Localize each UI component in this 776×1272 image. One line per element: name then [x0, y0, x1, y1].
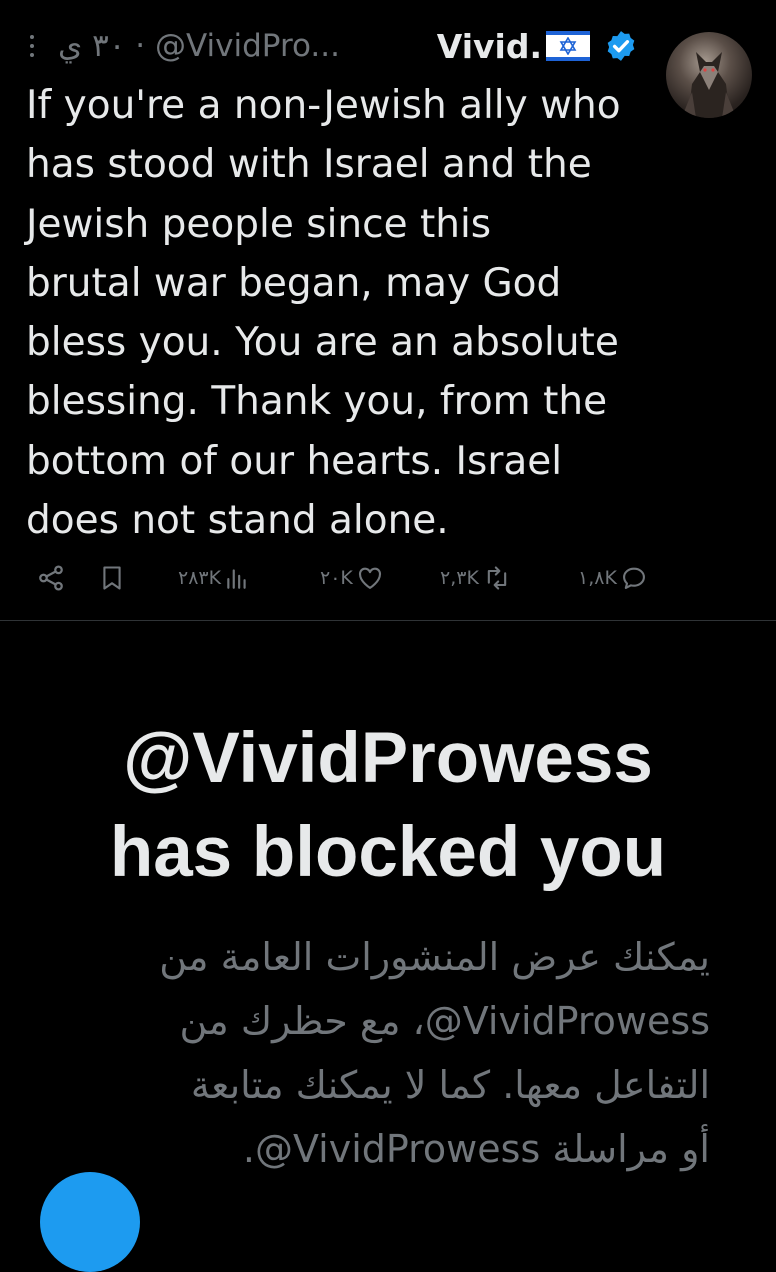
views-icon — [227, 569, 246, 589]
reply-button[interactable]: ١,٨K — [578, 560, 648, 596]
star-of-david-icon — [559, 37, 577, 55]
more-icon[interactable] — [26, 29, 38, 63]
likes-count: ٢٠K — [320, 567, 353, 589]
blocked-title-handle: @VividProwess — [123, 719, 653, 798]
reposts-count: ٢,٣K — [440, 567, 479, 589]
compose-button[interactable] — [40, 1172, 140, 1272]
meta-separator: · — [135, 28, 146, 64]
views-count: ٢٨٣K — [178, 567, 222, 589]
tweet-actions: ٢٨٣K ٢٠K ٢,٣K ١,٨K — [36, 560, 664, 596]
tweet-card[interactable]: ٣٠ ي · @VividPro... Vivid. If you're a n… — [0, 0, 776, 620]
author-handle[interactable]: @VividPro... — [155, 28, 340, 64]
tweet-header: ٣٠ ي · @VividPro... Vivid. — [26, 18, 638, 74]
author-display-name[interactable]: Vivid. — [437, 27, 542, 66]
reply-icon — [622, 567, 645, 589]
tweet-time[interactable]: ٣٠ ي — [58, 28, 125, 64]
like-button[interactable]: ٢٠K — [320, 560, 384, 596]
share-button[interactable] — [36, 560, 66, 596]
avatar[interactable] — [666, 32, 752, 118]
tweet-text: If you're a non-Jewish ally who has stoo… — [26, 83, 621, 544]
repost-icon — [487, 566, 507, 590]
blocked-title-message: has blocked you — [109, 813, 667, 892]
replies-count: ١,٨K — [578, 567, 617, 589]
views-button[interactable]: ٢٨٣K — [178, 560, 250, 596]
verified-badge-icon — [607, 31, 635, 61]
blocked-title: @VividProwess has blocked you — [0, 712, 776, 900]
bookmark-icon — [103, 566, 121, 590]
avatar-image — [684, 52, 734, 118]
divider — [0, 620, 776, 621]
like-icon — [358, 567, 381, 589]
repost-button[interactable]: ٢,٣K — [440, 560, 512, 596]
tweet-meta: ٣٠ ي · @VividPro... — [58, 28, 437, 64]
blocked-description: يمكنك عرض المنشورات العامة من VividProwe… — [159, 935, 710, 1171]
bookmark-button[interactable] — [98, 560, 126, 596]
flag-israel-icon — [546, 31, 590, 61]
share-icon — [39, 565, 63, 591]
author-name-group[interactable]: Vivid. — [437, 27, 638, 66]
